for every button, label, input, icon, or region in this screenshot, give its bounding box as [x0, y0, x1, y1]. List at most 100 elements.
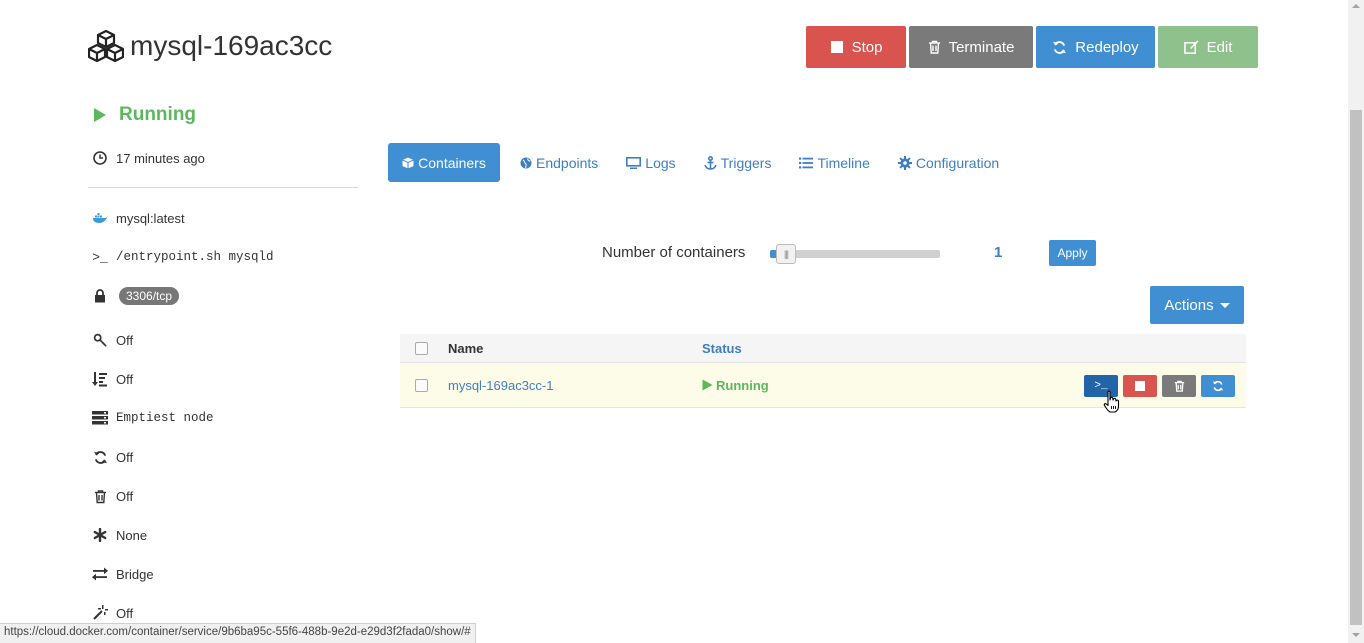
play-icon: [702, 379, 713, 391]
browser-status-url: https://cloud.docker.com/container/servi…: [0, 623, 476, 643]
service-tabs: Containers Endpoints Logs Triggers Timel…: [388, 143, 1013, 182]
strategy-row: Emptiest node: [92, 410, 214, 426]
tab-logs-label: Logs: [645, 154, 676, 171]
network-text: Bridge: [116, 566, 154, 582]
tab-configuration[interactable]: Configuration: [884, 143, 1013, 182]
caret-down-icon: [1219, 302, 1230, 308]
header-status[interactable]: Status: [702, 341, 742, 356]
tab-endpoints-label: Endpoints: [536, 154, 599, 171]
service-name: mysql-169ac3cc: [130, 30, 333, 61]
actions-dropdown[interactable]: Actions: [1150, 286, 1244, 324]
wrench-icon: [92, 332, 108, 348]
container-status: Running: [702, 378, 769, 393]
docker-icon: [92, 210, 108, 226]
globe-icon: [520, 157, 532, 168]
server-icon: [92, 410, 108, 426]
actions-label: Actions: [1164, 296, 1214, 314]
scroll-down-icon[interactable]: [1352, 633, 1360, 637]
row-checkbox[interactable]: [415, 378, 428, 392]
command-row: >_ /entrypoint.sh mysqld: [92, 249, 274, 265]
sequential-row: Off: [92, 371, 133, 387]
stop-icon: [1135, 381, 1145, 391]
updated-row: 17 minutes ago: [92, 150, 205, 166]
terminate-container-button[interactable]: [1162, 375, 1196, 397]
redeploy-button-label: Redeploy: [1075, 38, 1139, 56]
tab-logs[interactable]: Logs: [612, 143, 689, 182]
apply-button[interactable]: Apply: [1049, 240, 1096, 266]
trash-icon: [1174, 380, 1184, 392]
updated-text: 17 minutes ago: [116, 150, 205, 166]
select-all-checkbox[interactable]: [415, 341, 428, 355]
scroll-up-icon[interactable]: [1352, 4, 1360, 8]
autorestart-text: Off: [116, 332, 134, 348]
redeploy-button[interactable]: Redeploy: [1036, 26, 1155, 68]
autoredeploy-row: Off: [92, 449, 133, 465]
edit-button[interactable]: Edit: [1158, 26, 1258, 68]
anchor-icon: [703, 155, 717, 170]
tab-triggers[interactable]: Triggers: [690, 143, 786, 182]
extra-text: Off: [116, 605, 134, 621]
autoredeploy-text: Off: [116, 449, 134, 465]
hand-cursor-icon: [1103, 390, 1120, 413]
play-icon: [94, 108, 106, 122]
port-badge: 3306/tcp: [119, 287, 180, 305]
header-name: Name: [448, 340, 484, 356]
image-row: mysql:latest: [92, 210, 185, 226]
trash-icon: [92, 488, 108, 504]
stop-icon: [830, 41, 843, 53]
table-header: Name Status: [400, 334, 1246, 363]
page-scrollbar[interactable]: [1348, 0, 1364, 643]
network-row: Bridge: [92, 566, 154, 582]
container-link[interactable]: mysql-169ac3cc-1: [448, 378, 554, 393]
page-title: mysql-169ac3cc: [88, 26, 332, 66]
asterisk-icon: [92, 527, 108, 543]
gear-icon: [897, 155, 912, 170]
privileged-text: None: [116, 527, 148, 543]
tab-timeline[interactable]: Timeline: [785, 143, 883, 182]
stop-container-button[interactable]: [1123, 375, 1157, 397]
refresh-icon: [1212, 380, 1224, 392]
redeploy-container-button[interactable]: [1201, 375, 1235, 397]
containers-count-label: Number of containers: [602, 244, 746, 261]
scroll-thumb[interactable]: [1350, 110, 1362, 625]
magic-wand-icon: [92, 605, 108, 621]
sequential-text: Off: [116, 371, 134, 387]
autodestroy-row: Off: [92, 488, 133, 504]
stop-button-label: Stop: [851, 38, 883, 56]
tab-containers-label: Containers: [418, 154, 486, 171]
tab-configuration-label: Configuration: [915, 154, 1000, 171]
port-row: 3306/tcp: [92, 287, 180, 305]
sort-icon: [92, 371, 108, 387]
command-text: /entrypoint.sh mysqld: [116, 250, 274, 264]
tab-triggers-label: Triggers: [720, 154, 772, 171]
container-status-text: Running: [716, 377, 769, 393]
trash-icon: [928, 40, 940, 54]
edit-icon: [1183, 39, 1199, 54]
privileged-row: None: [92, 527, 147, 543]
status-text: Running: [119, 104, 197, 125]
slider-handle[interactable]: |||: [776, 244, 796, 264]
image-text: mysql:latest: [116, 210, 185, 226]
stop-button[interactable]: Stop: [806, 26, 906, 68]
cube-icon: [402, 157, 414, 168]
clock-icon: [92, 150, 108, 166]
terminal-icon: >_: [92, 249, 108, 265]
sidebar-divider: [88, 187, 358, 188]
service-actions: Stop Terminate Redeploy Edit: [806, 26, 1258, 68]
monitor-icon: [626, 156, 642, 169]
exchange-icon: [92, 566, 108, 582]
autodestroy-text: Off: [116, 488, 134, 504]
refresh-icon: [1053, 40, 1067, 54]
tab-endpoints[interactable]: Endpoints: [506, 143, 612, 182]
cubes-icon: [88, 29, 124, 63]
lock-icon: [92, 288, 108, 304]
terminate-button-label: Terminate: [948, 38, 1015, 56]
tab-timeline-label: Timeline: [817, 154, 870, 171]
terminate-button[interactable]: Terminate: [909, 26, 1033, 68]
service-status: Running: [93, 104, 196, 126]
list-icon: [799, 157, 814, 168]
strategy-text: Emptiest node: [116, 411, 214, 425]
tab-containers[interactable]: Containers: [388, 143, 500, 182]
containers-count-value: 1: [994, 244, 1003, 261]
edit-button-label: Edit: [1206, 38, 1233, 56]
